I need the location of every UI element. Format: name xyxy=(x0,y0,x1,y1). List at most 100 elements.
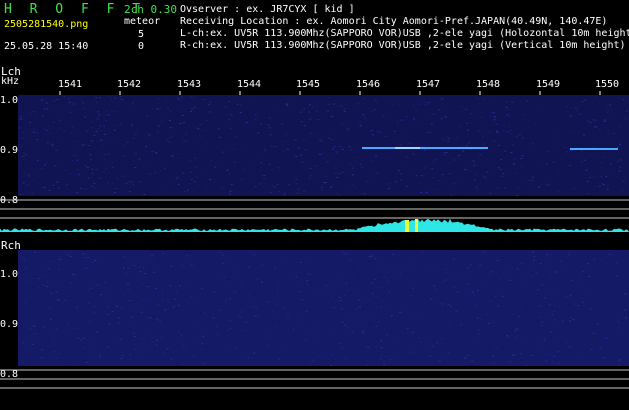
hrofft-window: H R O F F T 2ch 0.30 2505281540.png mete… xyxy=(0,0,629,410)
noise-pixel xyxy=(75,155,78,156)
noise-pixel xyxy=(478,102,481,104)
noise-pixel xyxy=(45,102,48,104)
noise-pixel xyxy=(479,276,482,278)
noise-pixel xyxy=(529,274,532,276)
noise-pixel xyxy=(606,188,609,190)
noise-pixel xyxy=(493,345,496,347)
noise-pixel xyxy=(507,115,510,117)
noise-pixel xyxy=(565,106,568,108)
noise-pixel xyxy=(350,292,352,294)
noise-pixel xyxy=(497,167,500,169)
noise-pixel xyxy=(592,146,595,148)
noise-pixel xyxy=(80,339,83,341)
noise-pixel xyxy=(270,168,273,170)
noise-pixel xyxy=(380,347,383,348)
noise-pixel xyxy=(237,298,240,300)
noise-pixel xyxy=(456,137,459,139)
noise-pixel xyxy=(180,334,183,336)
noise-pixel xyxy=(162,252,165,254)
noise-pixel xyxy=(485,162,488,164)
noise-pixel xyxy=(93,337,96,339)
noise-pixel xyxy=(138,334,141,335)
noise-pixel xyxy=(111,182,114,184)
noise-pixel xyxy=(348,316,351,318)
noise-pixel xyxy=(543,339,546,341)
noise-pixel xyxy=(479,318,482,320)
noise-pixel xyxy=(177,304,180,306)
noise-pixel xyxy=(111,162,114,164)
noise-pixel xyxy=(492,321,495,323)
noise-pixel xyxy=(133,137,135,139)
noise-pixel xyxy=(367,260,370,262)
noise-pixel xyxy=(99,177,102,179)
noise-pixel xyxy=(280,359,283,361)
noise-pixel xyxy=(192,356,195,357)
noise-pixel xyxy=(372,134,375,136)
noise-pixel xyxy=(135,354,138,356)
noise-pixel xyxy=(201,288,203,290)
noise-pixel xyxy=(567,263,570,265)
noise-pixel xyxy=(180,257,183,259)
noise-pixel xyxy=(206,311,209,313)
noise-pixel xyxy=(32,131,35,133)
noise-pixel xyxy=(152,266,155,268)
noise-pixel xyxy=(351,174,354,176)
noise-pixel xyxy=(130,316,133,318)
noise-pixel xyxy=(209,178,212,180)
noise-pixel xyxy=(368,256,371,258)
noise-pixel xyxy=(81,322,84,324)
noise-pixel xyxy=(155,152,158,154)
noise-pixel xyxy=(593,258,596,260)
noise-pixel xyxy=(377,321,380,323)
noise-pixel xyxy=(65,334,68,336)
noise-pixel xyxy=(505,146,508,148)
noise-pixel xyxy=(185,131,188,133)
noise-pixel xyxy=(468,141,471,143)
noise-pixel xyxy=(156,131,159,133)
noise-pixel xyxy=(446,137,449,138)
noise-pixel xyxy=(582,271,585,272)
noise-pixel xyxy=(500,283,503,285)
noise-pixel xyxy=(509,142,512,143)
noise-pixel xyxy=(34,114,37,116)
noise-pixel xyxy=(357,274,360,276)
noise-pixel xyxy=(56,181,59,183)
noise-pixel xyxy=(34,298,37,300)
noise-pixel xyxy=(518,315,521,317)
noise-pixel xyxy=(575,327,577,329)
noise-pixel xyxy=(198,135,201,137)
noise-pixel xyxy=(489,193,492,195)
noise-pixel xyxy=(351,185,354,186)
noise-pixel xyxy=(56,299,59,301)
noise-pixel xyxy=(494,295,497,297)
noise-pixel xyxy=(485,280,488,282)
noise-pixel xyxy=(46,142,49,144)
noise-pixel xyxy=(530,101,532,103)
noise-pixel xyxy=(176,176,179,178)
noise-pixel xyxy=(121,175,124,177)
noise-pixel xyxy=(132,102,135,104)
noise-pixel xyxy=(306,280,309,281)
noise-pixel xyxy=(420,192,423,193)
noise-pixel xyxy=(105,172,108,174)
noise-pixel xyxy=(587,262,590,264)
noise-pixel xyxy=(553,319,556,320)
noise-pixel xyxy=(467,122,470,124)
noise-pixel xyxy=(90,159,93,161)
noise-pixel xyxy=(116,271,119,273)
noise-pixel xyxy=(541,321,544,323)
noise-pixel xyxy=(129,354,131,355)
noise-pixel xyxy=(119,96,122,98)
noise-pixel xyxy=(49,318,52,320)
noise-pixel xyxy=(114,188,117,189)
noise-pixel xyxy=(60,290,63,292)
noise-pixel xyxy=(339,146,342,148)
noise-pixel xyxy=(321,287,324,289)
noise-pixel xyxy=(381,145,384,147)
noise-pixel xyxy=(177,105,180,107)
noise-pixel xyxy=(487,323,490,325)
noise-pixel xyxy=(293,328,295,330)
noise-pixel xyxy=(355,316,358,318)
noise-pixel xyxy=(445,268,448,270)
noise-pixel xyxy=(241,310,244,312)
